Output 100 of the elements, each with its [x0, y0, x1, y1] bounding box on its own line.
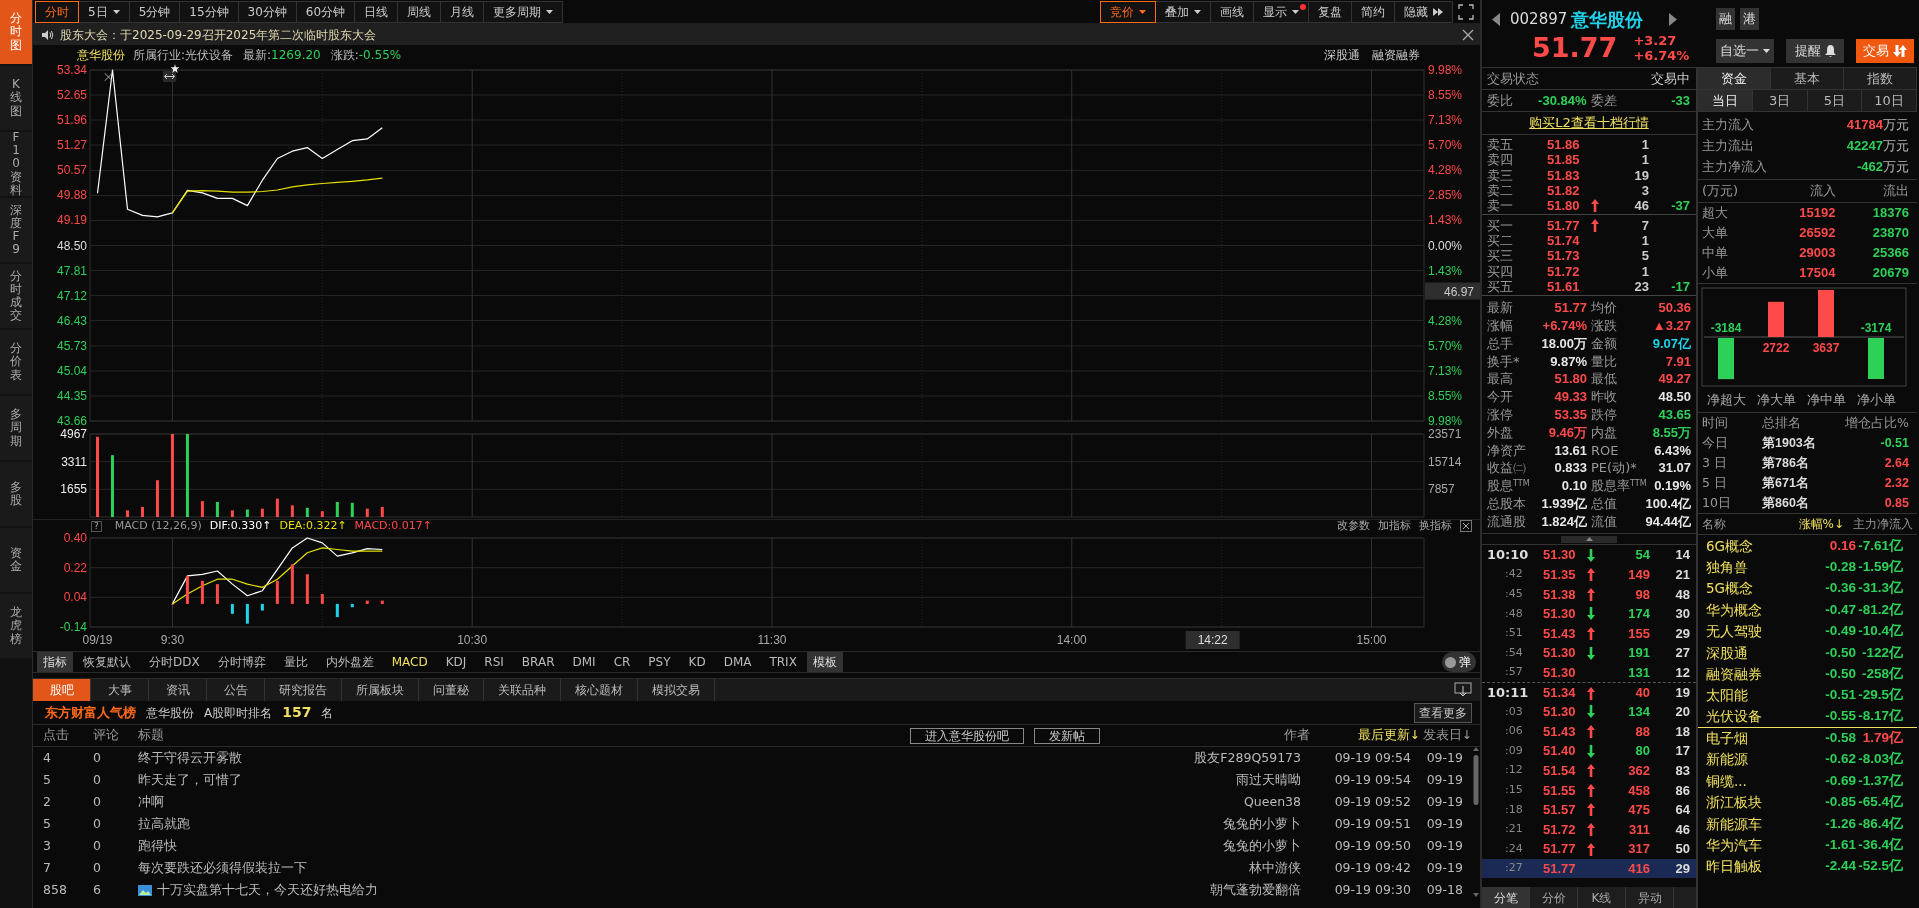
toolbar-button[interactable]: 显示 [1253, 0, 1309, 23]
period-tab[interactable]: 更多周期 [483, 0, 564, 23]
indicator-tab[interactable]: PSY [640, 652, 679, 672]
column-header[interactable]: 标题 [138, 726, 164, 745]
help-button[interactable]: ? [91, 520, 102, 532]
sector-row[interactable]: 铜缆... -0.69 -1.37亿 [1698, 770, 1917, 792]
period-tab[interactable]: 分时 [35, 0, 79, 23]
column-header[interactable]: 点击 [43, 727, 69, 743]
post-title[interactable]: 拉高就跑 [138, 814, 190, 834]
side-tab[interactable]: F10资料 [0, 132, 32, 196]
toolbar-button[interactable]: 竞价 [1100, 0, 1156, 23]
sector-row[interactable]: 无人驾驶 -0.49 -10.4亿 [1698, 620, 1917, 642]
sector-row[interactable]: 6G概念 0.16 -7.61亿 [1698, 535, 1917, 557]
period-tab[interactable]: 3日 [1752, 90, 1808, 111]
column-header[interactable]: 评论 [93, 727, 119, 743]
column-header[interactable]: 最后更新↓ [1357, 727, 1420, 743]
tick-row[interactable]: :15 51.55 458 86 [1482, 780, 1696, 801]
forum-button[interactable]: 发新帖 [1034, 727, 1100, 744]
side-tab[interactable]: 多周期 [0, 396, 32, 460]
tick-row[interactable]: :12 51.54 362 83 [1482, 760, 1696, 781]
period-tab[interactable]: 60分钟 [295, 0, 356, 23]
toolbar-button[interactable]: 画线 [1210, 0, 1254, 23]
indicator-tab[interactable]: 内外盘差 [317, 652, 382, 672]
period-tab[interactable]: 日线 [354, 0, 399, 23]
toolbar-button[interactable]: 复盘 [1308, 0, 1352, 23]
sector-row[interactable]: 融资融券 -0.50 -258亿 [1698, 663, 1917, 685]
side-tab[interactable]: 多股 [0, 462, 32, 526]
tick-row[interactable]: :27 51.77 416 29 [1482, 858, 1696, 879]
indicator-link[interactable]: 换指标 [1419, 517, 1452, 535]
indicator-tab[interactable]: TRIX [761, 652, 805, 672]
tick-row[interactable]: 10:11 51.34 40 19 [1482, 682, 1696, 703]
indicator-tab[interactable]: BRAR [513, 652, 563, 672]
indicator-tab[interactable]: MACD [383, 652, 436, 672]
period-tab[interactable]: 10日 [1862, 90, 1917, 111]
template-button[interactable]: 模板 [806, 652, 843, 672]
side-tab[interactable]: 龙虎榜 [0, 594, 32, 658]
period-tab[interactable]: 30分钟 [237, 0, 297, 23]
sector-row[interactable]: 光伏设备 -0.55 -8.17亿 [1698, 706, 1917, 728]
market-link[interactable]: 深股通 [1324, 47, 1360, 62]
period-tab[interactable]: 当日 [1698, 90, 1753, 111]
post-title[interactable]: 冲啊 [138, 792, 164, 812]
forum-button[interactable]: 进入意华股份吧 [910, 727, 1024, 744]
period-tab[interactable]: 5分钟 [128, 0, 181, 23]
indicator-tab[interactable]: KD [680, 652, 714, 672]
news-tab[interactable]: 股吧 [33, 679, 91, 701]
sector-row[interactable]: 独角兽 -0.28 -1.59亿 [1698, 556, 1917, 578]
toolbar-button[interactable]: 叠加 [1155, 0, 1211, 23]
sector-row[interactable]: 电子烟 -0.58 1.79亿 [1698, 727, 1917, 749]
toolbar-button[interactable]: 隐藏 [1394, 0, 1453, 23]
side-tab[interactable]: K线图 [0, 66, 32, 130]
indicator-tab[interactable]: DMA [715, 652, 760, 672]
tick-row[interactable]: :21 51.72 311 46 [1482, 819, 1696, 840]
l2-link[interactable]: 购买L2查看十档行情 [1529, 113, 1649, 133]
sector-row[interactable]: 新能源车 -1.26 -86.4亿 [1698, 813, 1917, 835]
toolbar-button[interactable]: 简约 [1351, 0, 1395, 23]
column-header[interactable]: 发表日↓ [1422, 727, 1472, 743]
column-header[interactable]: 涨幅%↓ [1782, 515, 1844, 533]
post-author[interactable]: 朝气蓬勃爱翻倍 [1210, 881, 1301, 897]
quote-button[interactable]: 提醒 [1786, 38, 1844, 63]
tick-row[interactable]: 10:10 51.30 54 14 [1482, 545, 1696, 565]
post-author[interactable]: 林中游侠 [1249, 859, 1301, 875]
tick-row[interactable]: :48 51.30 174 30 [1482, 604, 1696, 624]
indicator-tab[interactable]: 分时DDX [141, 652, 208, 672]
indicator-tab[interactable]: 量比 [275, 652, 316, 672]
tick-row[interactable]: :57 51.30 131 12 [1482, 662, 1696, 683]
indicator-tab[interactable]: 恢复默认 [75, 652, 139, 672]
quote-button[interactable]: 自选一 [1716, 38, 1774, 63]
sector-row[interactable]: 5G概念 -0.36 -31.3亿 [1698, 577, 1917, 600]
tick-row[interactable]: :03 51.30 134 20 [1482, 702, 1696, 722]
post-title[interactable]: 十万实盘第十七天，今天还好热电给力 [157, 880, 378, 900]
panel-tab[interactable]: 资金 [1698, 68, 1771, 89]
indicator-link[interactable]: 加指标 [1378, 517, 1411, 535]
period-tab[interactable]: 月线 [440, 0, 485, 23]
tick-row[interactable]: :06 51.43 88 18 [1482, 721, 1696, 742]
indicator-tab[interactable]: 分时博弈 [209, 652, 274, 672]
tick-row[interactable]: :45 51.38 98 48 [1482, 584, 1696, 605]
sector-row[interactable]: 华为汽车 -1.61 -36.4亿 [1698, 834, 1917, 856]
panel-tab[interactable]: 基本 [1771, 68, 1844, 89]
tick-row[interactable]: :24 51.77 317 50 [1482, 839, 1696, 859]
post-author[interactable]: 雨过天晴呦 [1236, 771, 1301, 787]
post-author[interactable]: 股友F289Q59173 [1194, 749, 1301, 765]
panel-tab[interactable]: 指数 [1844, 68, 1917, 89]
sector-row[interactable]: 太阳能 -0.51 -29.5亿 [1698, 684, 1917, 707]
sector-row[interactable]: 深股通 -0.50 -122亿 [1698, 641, 1917, 664]
sector-row[interactable]: 昨日触板 -2.44 -52.5亿 [1698, 855, 1917, 878]
popup-toggle[interactable]: 弹 [1442, 652, 1476, 672]
post-author[interactable]: 兔兔的小萝卜 [1223, 815, 1301, 831]
tick-row[interactable]: :42 51.35 149 21 [1482, 564, 1696, 585]
indicator-tab[interactable]: CR [605, 652, 639, 672]
post-title[interactable]: 终于守得云开雾散 [138, 748, 242, 768]
column-header[interactable]: 作者 [1284, 727, 1310, 743]
market-link[interactable]: 融资融券 [1372, 47, 1420, 62]
column-header[interactable]: 名称 [1702, 515, 1782, 533]
post-title[interactable]: 每次要跌还必须得假装拉一下 [138, 858, 307, 878]
side-tab[interactable]: 深度F9 [0, 198, 32, 262]
sector-row[interactable]: 新能源 -0.62 -8.03亿 [1698, 748, 1917, 771]
period-tab[interactable]: 5日 [1807, 90, 1863, 111]
sector-row[interactable]: 华为概念 -0.47 -81.2亿 [1698, 599, 1917, 621]
tick-row[interactable]: :51 51.43 155 29 [1482, 623, 1696, 644]
side-tab[interactable]: 资金 [0, 528, 32, 592]
